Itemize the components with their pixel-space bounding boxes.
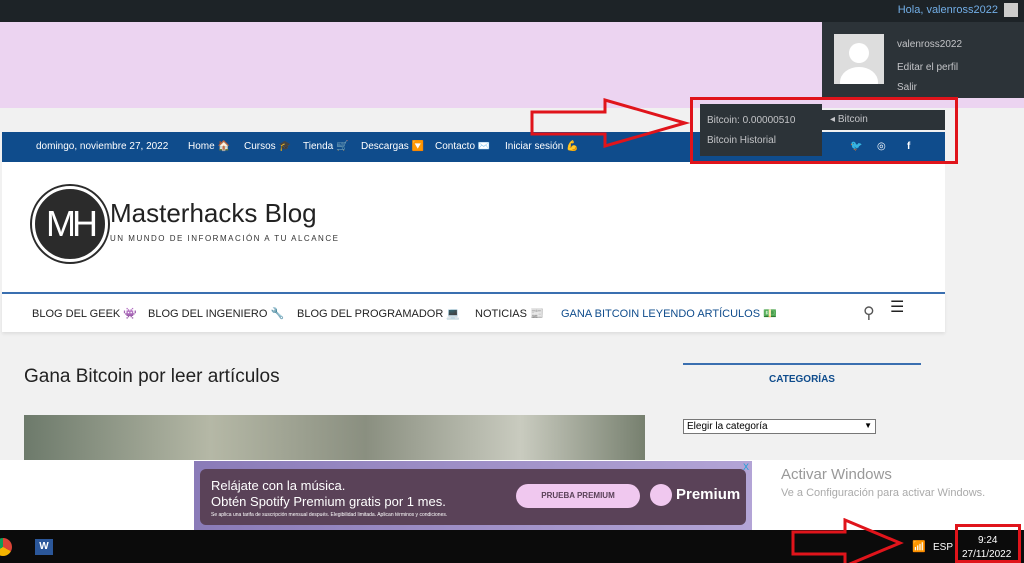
topbar-link-tienda[interactable]: Tienda 🛒 xyxy=(303,141,348,152)
logout-link[interactable]: Salir xyxy=(897,82,917,93)
edit-profile-link[interactable]: Editar el perfil xyxy=(897,62,958,73)
highlight-box-bitcoin xyxy=(690,97,958,164)
main-nav: BLOG DEL GEEK 👾 BLOG DEL INGENIERO 🔧 BLO… xyxy=(2,292,945,332)
activate-windows-subtitle: Ve a Configuración para activar Windows. xyxy=(781,487,986,499)
current-date: domingo, noviembre 27, 2022 xyxy=(36,141,169,152)
site-name[interactable]: Masterhacks Blog xyxy=(110,198,317,229)
user-greeting[interactable]: Hola, valenross2022 xyxy=(898,4,998,16)
chrome-icon[interactable] xyxy=(0,538,12,556)
chevron-down-icon: ▼ xyxy=(864,421,872,430)
ad-fine-print: Se aplica una tarifa de suscripción mens… xyxy=(211,512,448,518)
ad-card: Relájate con la música. Obtén Spotify Pr… xyxy=(200,469,746,525)
nav-item-programador[interactable]: BLOG DEL PROGRAMADOR 💻 xyxy=(297,307,460,320)
featured-image xyxy=(24,415,645,460)
category-select[interactable]: Elegir la categoría ▼ xyxy=(683,419,876,434)
nav-item-noticias[interactable]: NOTICIAS 📰 xyxy=(475,307,544,320)
activate-windows-title: Activar Windows xyxy=(781,466,892,483)
profile-username[interactable]: valenross2022 xyxy=(897,39,962,50)
topbar-link-cursos[interactable]: Cursos 🎓 xyxy=(244,141,291,152)
ad-brand: Premium xyxy=(676,486,741,503)
topbar-link-contacto[interactable]: Contacto ✉️ xyxy=(435,141,490,152)
word-icon[interactable]: W xyxy=(35,539,53,555)
category-select-value: Elegir la categoría xyxy=(687,421,768,432)
categories-heading: CATEGORÍAS xyxy=(769,374,835,385)
wifi-icon[interactable]: 📶 xyxy=(912,540,926,553)
nav-item-geek[interactable]: BLOG DEL GEEK 👾 xyxy=(32,307,137,320)
topbar-link-descargas[interactable]: Descargas 🔽 xyxy=(361,141,424,152)
nav-item-ingeniero[interactable]: BLOG DEL INGENIERO 🔧 xyxy=(148,307,284,320)
page-title: Gana Bitcoin por leer artículos xyxy=(24,366,280,387)
red-arrow-top xyxy=(530,98,690,148)
search-icon[interactable]: ⚲ xyxy=(863,303,875,323)
nav-item-gana-bitcoin[interactable]: GANA BITCOIN LEYENDO ARTÍCULOS 💵 xyxy=(561,307,777,320)
profile-menu: valenross2022 Editar el perfil Salir xyxy=(822,22,1024,98)
sidebar-divider xyxy=(683,363,921,365)
hamburger-menu-icon[interactable]: ☰ xyxy=(890,300,904,316)
avatar-small[interactable] xyxy=(1004,3,1018,17)
try-premium-button[interactable]: PRUEBA PREMIUM xyxy=(516,484,640,508)
ad-close-icon[interactable]: X xyxy=(743,462,749,472)
highlight-box-clock xyxy=(955,524,1021,563)
admin-bar: Hola, valenross2022 xyxy=(0,0,1024,22)
ad-line1: Relájate con la música. xyxy=(211,478,346,493)
topbar-link-home[interactable]: Home 🏠 xyxy=(188,141,230,152)
site-logo[interactable]: MH xyxy=(32,186,108,262)
ad-line2: Obtén Spotify Premium gratis por 1 mes. xyxy=(211,494,446,509)
avatar[interactable] xyxy=(834,34,884,84)
spotify-logo-icon xyxy=(650,484,672,506)
language-indicator[interactable]: ESP xyxy=(933,542,953,553)
site-tagline: UN MUNDO DE INFORMACIÓN A TU ALCANCE xyxy=(110,234,340,243)
red-arrow-bottom xyxy=(791,518,904,563)
